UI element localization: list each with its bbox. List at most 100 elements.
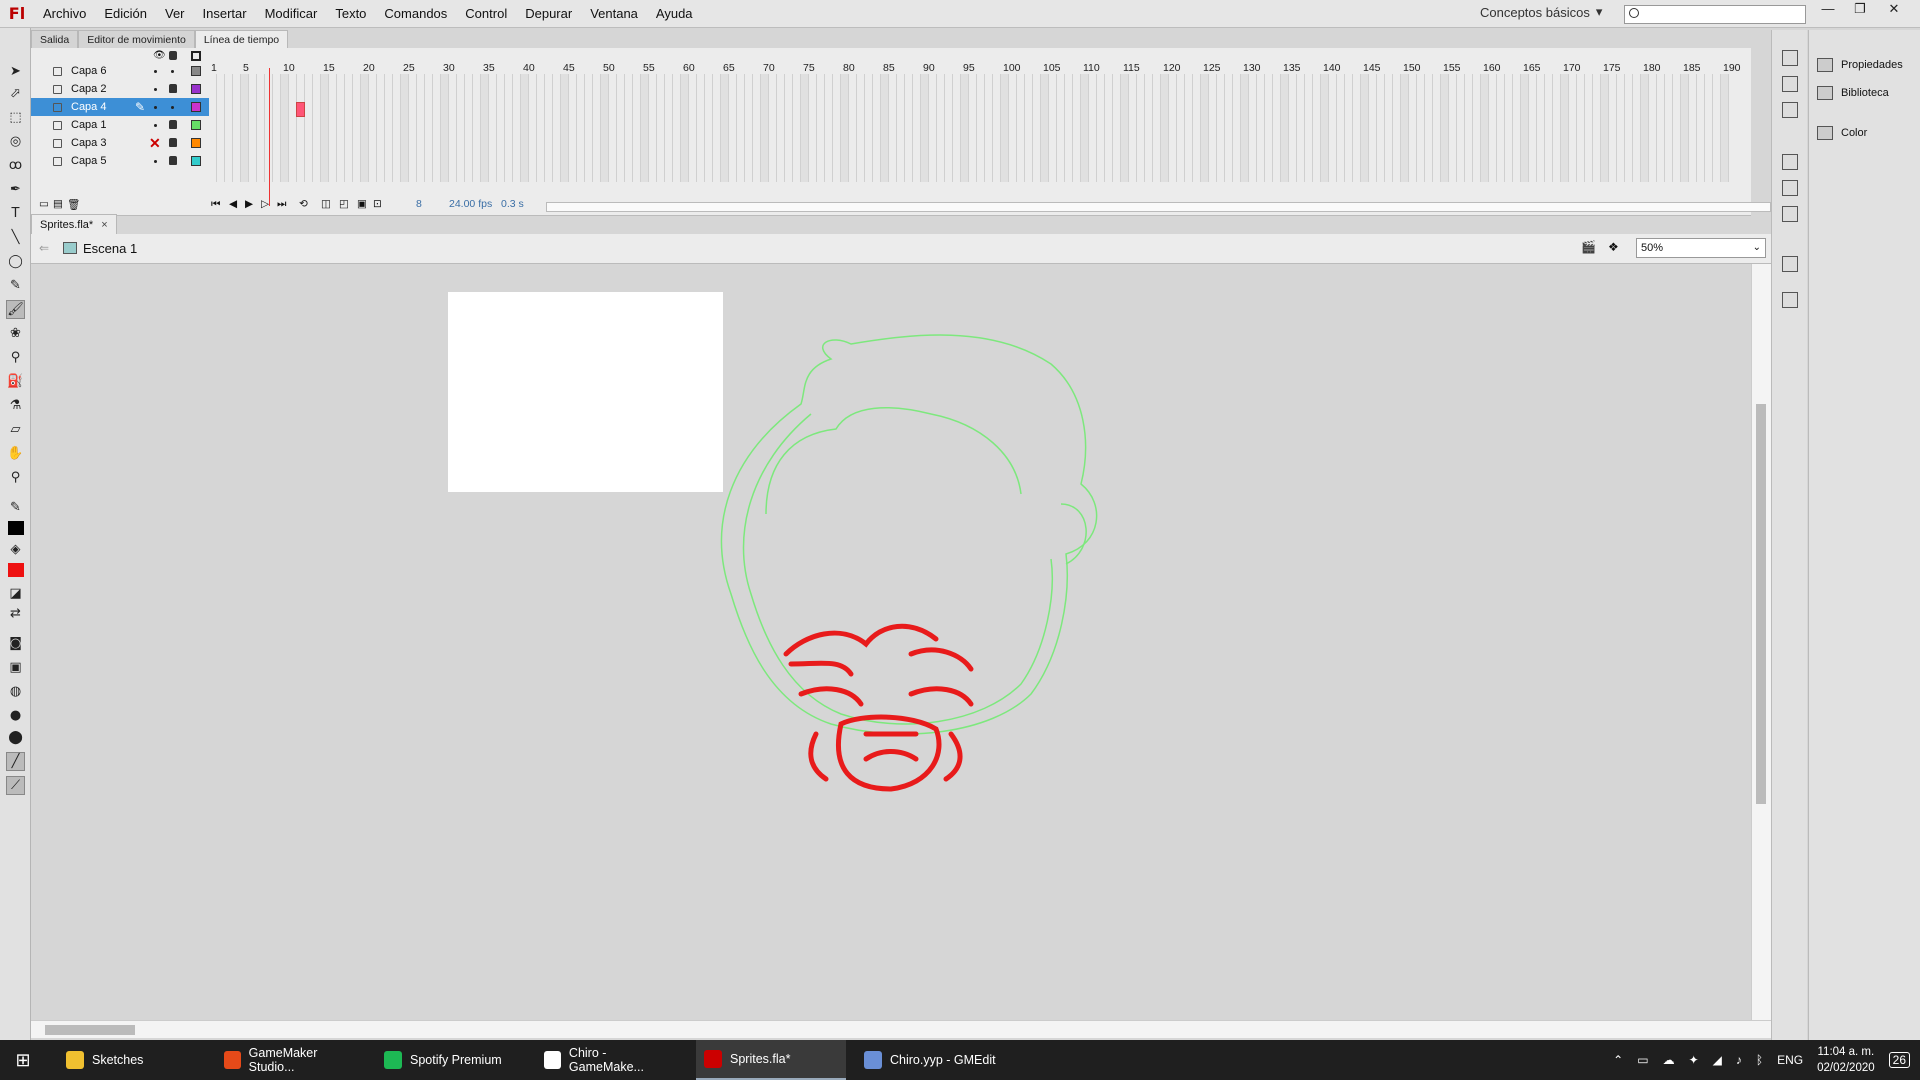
frame-cell[interactable] (433, 164, 441, 182)
frame-cell[interactable] (833, 164, 841, 182)
frame-cell[interactable] (1089, 74, 1097, 92)
frame-cell[interactable] (1193, 128, 1201, 146)
frame-cell[interactable] (1241, 146, 1249, 164)
frame-cell[interactable] (561, 128, 569, 146)
frame-cell[interactable] (1513, 146, 1521, 164)
frame-cell[interactable] (769, 146, 777, 164)
frame-cell[interactable] (1553, 164, 1561, 182)
frame-cell[interactable] (1289, 164, 1297, 182)
frame-cell[interactable] (505, 128, 513, 146)
frame-cell[interactable] (737, 128, 745, 146)
frame-cell[interactable] (561, 146, 569, 164)
frame-cell[interactable] (1593, 146, 1601, 164)
frame-cell[interactable] (1665, 164, 1673, 182)
frame-cell[interactable] (817, 146, 825, 164)
frame-cell[interactable] (1049, 110, 1057, 128)
frame-cell[interactable] (1649, 74, 1657, 92)
frame-cell[interactable] (1721, 110, 1729, 128)
menu-item[interactable]: Insertar (194, 0, 256, 28)
frame-cell[interactable] (1369, 146, 1377, 164)
frame-cell[interactable] (1185, 110, 1193, 128)
frame-cell[interactable] (1689, 92, 1697, 110)
frame-cell[interactable] (1625, 164, 1633, 182)
fill-color-swatch[interactable] (6, 560, 25, 579)
frame-cell[interactable] (873, 128, 881, 146)
frame-cell[interactable] (377, 146, 385, 164)
frame-cell[interactable] (225, 92, 233, 110)
frame-cell[interactable] (905, 164, 913, 182)
paint-bucket-tool-icon[interactable]: ⛽ (6, 372, 25, 391)
frame-cell[interactable] (1065, 110, 1073, 128)
frame-cell[interactable] (481, 110, 489, 128)
frame-cell[interactable] (1081, 110, 1089, 128)
frame-cell[interactable] (297, 146, 305, 164)
frame-cell[interactable] (1641, 128, 1649, 146)
frame-cell[interactable] (329, 92, 337, 110)
minimize-button[interactable]: — (1814, 0, 1842, 18)
frame-cell[interactable] (1249, 164, 1257, 182)
frame-cell[interactable] (649, 164, 657, 182)
last-frame-icon[interactable]: ⏭ (277, 198, 286, 211)
frame-cell[interactable] (1673, 128, 1681, 146)
frame-cell[interactable] (521, 110, 529, 128)
frame-cell[interactable] (1289, 146, 1297, 164)
frame-cell[interactable] (1161, 128, 1169, 146)
frame-cell[interactable] (1033, 110, 1041, 128)
frame-cell[interactable] (1473, 92, 1481, 110)
frame-cell[interactable] (857, 128, 865, 146)
frame-cell[interactable] (785, 92, 793, 110)
eye-icon[interactable]: 👁 (153, 50, 166, 61)
frame-cell[interactable] (585, 74, 593, 92)
edit-scene-icon[interactable]: 🎬 (1581, 240, 1596, 254)
frame-cell[interactable] (889, 128, 897, 146)
frame-cell[interactable] (1609, 146, 1617, 164)
frame-cell[interactable] (401, 146, 409, 164)
frame-cell[interactable] (1441, 110, 1449, 128)
frame-cell[interactable] (785, 128, 793, 146)
frame-cell[interactable] (233, 146, 241, 164)
frame-cell[interactable] (1217, 146, 1225, 164)
frame-cell[interactable] (1649, 164, 1657, 182)
frame-cell[interactable] (1393, 146, 1401, 164)
frame-cell[interactable] (577, 110, 585, 128)
frame-cell[interactable] (1617, 128, 1625, 146)
frame-cell[interactable] (1505, 146, 1513, 164)
frame-cell[interactable] (1281, 74, 1289, 92)
frame-cell[interactable] (569, 110, 577, 128)
frame-cell[interactable] (953, 110, 961, 128)
frame-cell[interactable] (1185, 128, 1193, 146)
frame-cell[interactable] (289, 74, 297, 92)
chevron-up-icon[interactable]: ⌃ (1613, 1053, 1623, 1067)
frame-cell[interactable] (1273, 146, 1281, 164)
frame-cell[interactable] (937, 146, 945, 164)
frame-cell[interactable] (1017, 74, 1025, 92)
brush-tool-icon[interactable]: 🖌 (6, 300, 25, 319)
frame-cell[interactable] (1337, 110, 1345, 128)
frame-cell[interactable] (665, 110, 673, 128)
frame-cell[interactable] (1473, 110, 1481, 128)
first-frame-icon[interactable]: ⏮ (211, 198, 220, 211)
frame-cell[interactable] (553, 92, 561, 110)
frame-cell[interactable] (993, 146, 1001, 164)
frame-cell[interactable] (689, 92, 697, 110)
frame-cell[interactable] (609, 74, 617, 92)
frame-cell[interactable] (393, 92, 401, 110)
frame-cell[interactable] (433, 74, 441, 92)
frame-cell[interactable] (1313, 74, 1321, 92)
frame-cell[interactable] (1361, 146, 1369, 164)
frame-cell[interactable] (1273, 128, 1281, 146)
frame-cell[interactable] (841, 110, 849, 128)
frame-cell[interactable] (1289, 74, 1297, 92)
frame-cell[interactable] (1249, 74, 1257, 92)
frame-cell[interactable] (769, 92, 777, 110)
frame-cell[interactable] (1513, 110, 1521, 128)
frame-cell[interactable] (1361, 128, 1369, 146)
frame-cell[interactable] (225, 164, 233, 182)
frame-cell[interactable] (817, 110, 825, 128)
layer-row[interactable]: Capa 5 (31, 152, 209, 170)
frame-cell[interactable] (1625, 92, 1633, 110)
frame-cell[interactable] (1457, 164, 1465, 182)
frame-cell[interactable] (1265, 128, 1273, 146)
layer-color-swatch[interactable] (191, 102, 201, 112)
frame-cell[interactable] (401, 128, 409, 146)
